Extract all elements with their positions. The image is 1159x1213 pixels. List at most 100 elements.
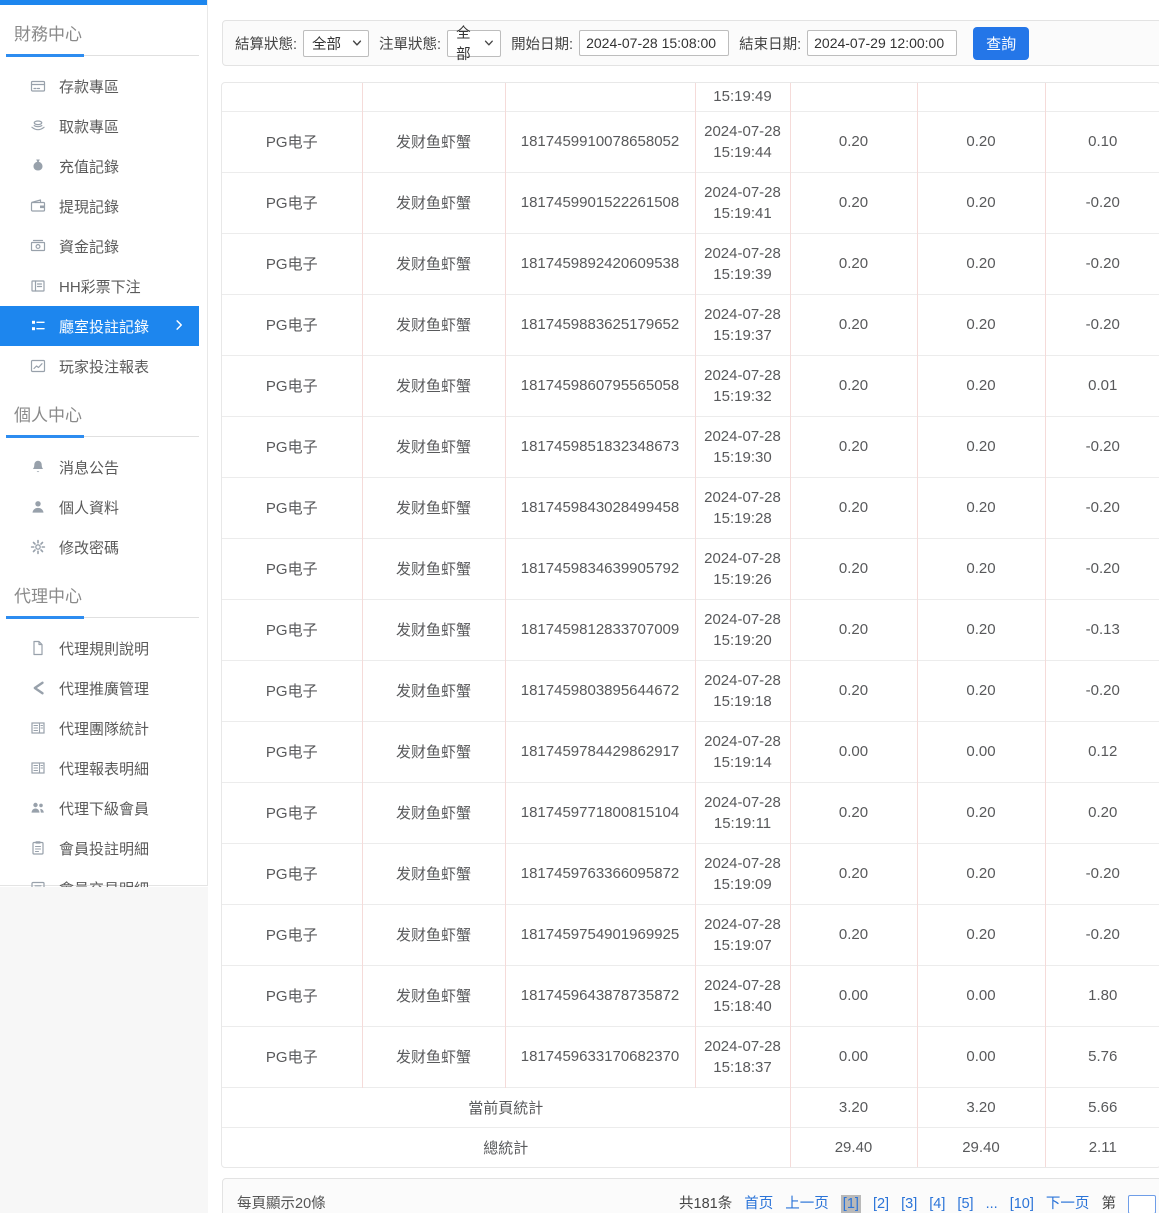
sidebar-item-label: 資金記錄 — [59, 236, 119, 257]
sidebar-item-agent-team-stats[interactable]: 代理團隊統計 — [0, 708, 207, 748]
cell-valid-bet: 0.20 — [917, 294, 1045, 355]
bell-icon — [30, 459, 46, 475]
cell-platform: PG电子 — [222, 782, 362, 843]
cell-win-loss: -0.20 — [1045, 477, 1159, 538]
sidebar-item-label: 充值記錄 — [59, 156, 119, 177]
newspaper-icon — [30, 760, 46, 776]
first-page-link[interactable]: 首页 — [744, 1196, 773, 1212]
sidebar-item-change-password[interactable]: 修改密碼 — [0, 527, 207, 567]
table-row: PG电子 发财鱼虾蟹 1817459834639905792 2024-07-2… — [222, 538, 1159, 599]
cell-win-loss: -0.20 — [1045, 233, 1159, 294]
cell-platform: PG电子 — [222, 416, 362, 477]
people-icon — [30, 800, 46, 816]
cell-win-loss: 0.01 — [1045, 355, 1159, 416]
sidebar-item-hall-bet-records[interactable]: 廳室投註記錄 — [0, 306, 199, 346]
cell-order-number: 1817459784429862917 — [505, 721, 695, 782]
sidebar-item-player-bet-report[interactable]: 玩家投注報表 — [0, 346, 207, 386]
prev-page-link[interactable]: 上一页 — [785, 1196, 829, 1212]
jump-label-before: 第 — [1101, 1196, 1116, 1212]
page-link-1[interactable]: [1] — [841, 1195, 861, 1213]
sidebar-item-withdrawal-records[interactable]: 提現記錄 — [0, 186, 207, 226]
total-summary-row: 總統計 29.40 29.40 2.11 — [222, 1127, 1159, 1167]
sidebar-item-agent-sub-members[interactable]: 代理下級會員 — [0, 788, 207, 828]
summary-win-loss: 2.11 — [1045, 1127, 1159, 1167]
player-report-icon — [30, 358, 46, 374]
sidebar-item-label: 消息公告 — [59, 457, 119, 478]
cell-valid-bet: 0.20 — [917, 782, 1045, 843]
table-row: PG电子 发财鱼虾蟹 1817459892420609538 2024-07-2… — [222, 233, 1159, 294]
sidebar-item-member-bet-details[interactable]: 會員投註明細 — [0, 828, 207, 868]
summary-win-loss: 5.66 — [1045, 1087, 1159, 1127]
cell-time: 2024-07-2815:19:28 — [695, 477, 790, 538]
sidebar-item-notices[interactable]: 消息公告 — [0, 447, 207, 487]
cell-game: 发财鱼虾蟹 — [362, 1026, 505, 1087]
cell-valid-bet: 0.00 — [917, 721, 1045, 782]
cell-bet-amount: 0.20 — [790, 538, 917, 599]
sidebar-item-profile[interactable]: 個人資料 — [0, 487, 207, 527]
sidebar-item-deposit[interactable]: 存款專區 — [0, 66, 207, 106]
summary-valid-bet: 3.20 — [917, 1087, 1045, 1127]
cell-order-number — [505, 83, 695, 111]
summary-bet-amount: 29.40 — [790, 1127, 917, 1167]
sidebar-item-agent-promotion[interactable]: 代理推廣管理 — [0, 668, 207, 708]
start-date-label: 開始日期: — [511, 33, 573, 54]
cell-valid-bet: 0.20 — [917, 660, 1045, 721]
sidebar-item-label: 提現記錄 — [59, 196, 119, 217]
cell-game: 发财鱼虾蟹 — [362, 660, 505, 721]
cell-win-loss: -0.20 — [1045, 660, 1159, 721]
sidebar-background-extension — [0, 887, 208, 1213]
sidebar-item-withdraw[interactable]: 取款專區 — [0, 106, 207, 146]
cell-win-loss: -0.20 — [1045, 172, 1159, 233]
table-row: PG电子 发财鱼虾蟹 1817459784429862917 2024-07-2… — [222, 721, 1159, 782]
cell-game: 发财鱼虾蟹 — [362, 477, 505, 538]
cell-bet-amount: 0.20 — [790, 599, 917, 660]
cell-platform: PG电子 — [222, 172, 362, 233]
newspaper-icon — [30, 720, 46, 736]
cell-valid-bet: 0.20 — [917, 416, 1045, 477]
order-status-select[interactable]: 全部 — [447, 30, 501, 57]
cell-platform: PG电子 — [222, 294, 362, 355]
page-summary-row: 當前頁統計 3.20 3.20 5.66 — [222, 1087, 1159, 1127]
cell-bet-amount — [790, 83, 917, 111]
cell-time: 2024-07-2815:19:09 — [695, 843, 790, 904]
deposit-card-icon — [30, 78, 46, 94]
search-button[interactable]: 查詢 — [973, 27, 1029, 60]
page-link-10[interactable]: [10] — [1010, 1196, 1034, 1212]
sidebar-item-hh-lottery-bet[interactable]: HH彩票下注 — [0, 266, 207, 306]
settle-status-select[interactable]: 全部 — [303, 30, 369, 57]
cell-bet-amount: 0.20 — [790, 355, 917, 416]
cell-win-loss: -0.13 — [1045, 599, 1159, 660]
section-title-finance: 財務中心 — [0, 5, 207, 54]
cell-time: 2024-07-2815:19:14 — [695, 721, 790, 782]
cell-game: 发财鱼虾蟹 — [362, 904, 505, 965]
end-date-input[interactable] — [807, 30, 957, 56]
summary-label: 總統計 — [222, 1127, 790, 1167]
page-link-4[interactable]: [4] — [929, 1196, 945, 1212]
gear-icon — [30, 539, 46, 555]
start-date-input[interactable] — [579, 30, 729, 56]
sidebar: 財務中心 存款專區 取款專區 充值記錄 提現記錄 資金記錄 HH彩票下注 廳 — [0, 0, 208, 886]
cell-time: 2024-07-2815:19:32 — [695, 355, 790, 416]
cell-order-number: 1817459754901969925 — [505, 904, 695, 965]
cell-platform: PG电子 — [222, 843, 362, 904]
page-link-3[interactable]: [3] — [901, 1196, 917, 1212]
cell-time: 2024-07-2815:19:26 — [695, 538, 790, 599]
sidebar-item-label: HH彩票下注 — [59, 276, 141, 297]
page-link-5[interactable]: [5] — [957, 1196, 973, 1212]
cell-platform: PG电子 — [222, 965, 362, 1026]
summary-bet-amount: 3.20 — [790, 1087, 917, 1127]
summary-label: 當前頁統計 — [222, 1087, 790, 1127]
cell-win-loss: -0.20 — [1045, 904, 1159, 965]
cell-bet-amount: 0.20 — [790, 843, 917, 904]
sidebar-item-agent-report-details[interactable]: 代理報表明細 — [0, 748, 207, 788]
next-page-link[interactable]: 下一页 — [1046, 1196, 1090, 1212]
jump-page-input[interactable] — [1128, 1195, 1156, 1213]
order-status-value: 全部 — [456, 22, 484, 64]
page-link-2[interactable]: [2] — [873, 1196, 889, 1212]
sidebar-item-fund-records[interactable]: 資金記錄 — [0, 226, 207, 266]
sidebar-item-agent-rules[interactable]: 代理規則說明 — [0, 628, 207, 668]
cell-bet-amount: 0.20 — [790, 172, 917, 233]
sidebar-item-recharge-records[interactable]: 充值記錄 — [0, 146, 207, 186]
sidebar-item-label: 廳室投註記錄 — [59, 316, 149, 337]
cell-order-number: 1817459803895644672 — [505, 660, 695, 721]
